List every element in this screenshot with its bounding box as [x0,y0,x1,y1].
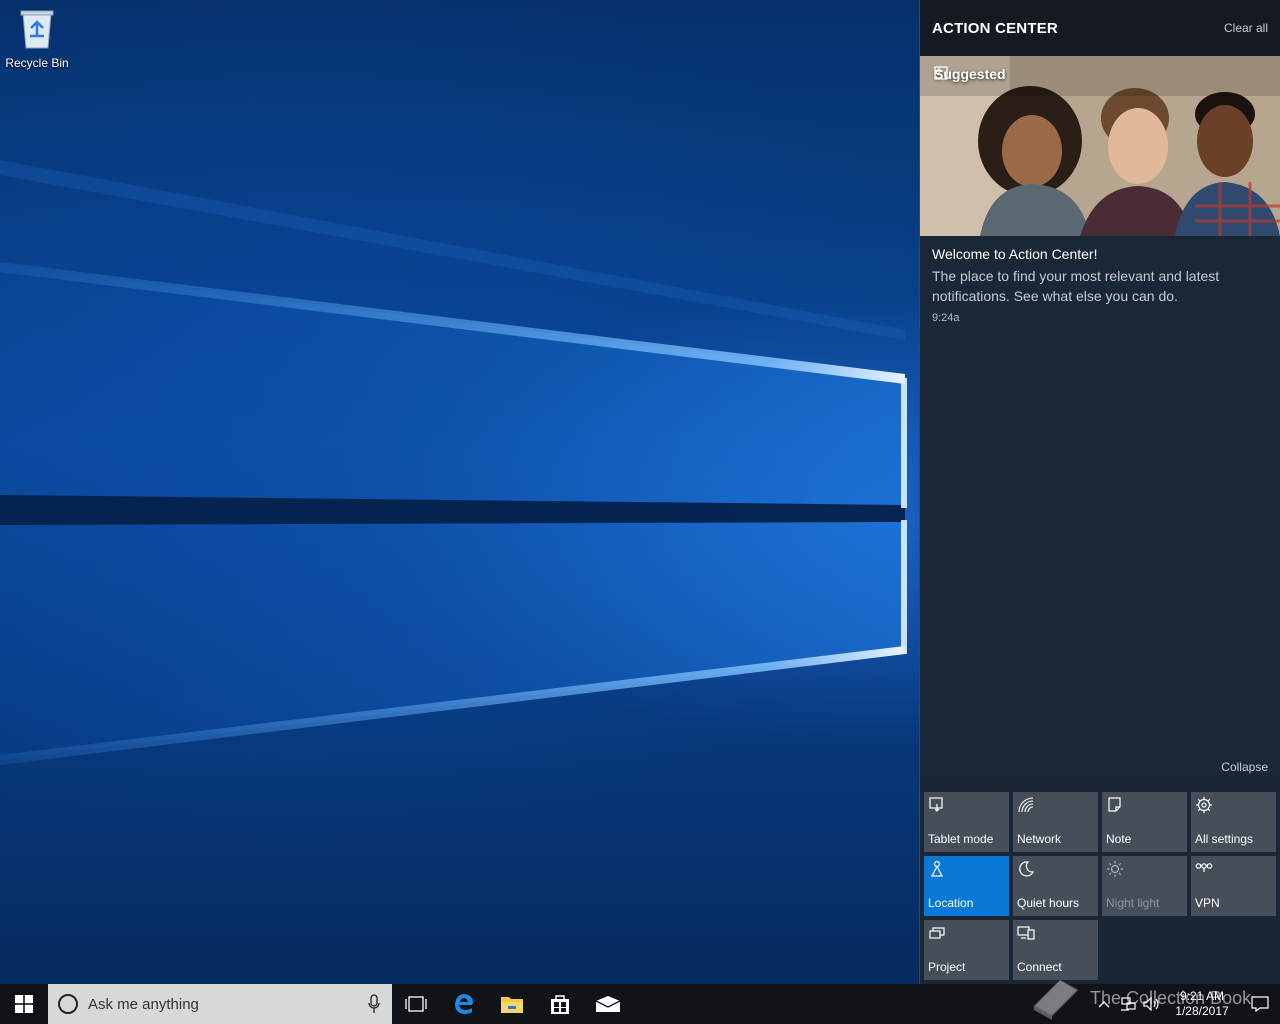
mail-button[interactable] [584,984,632,1024]
task-view-icon [405,996,427,1012]
cortana-icon [58,994,78,1014]
action-center-button[interactable] [1240,984,1280,1024]
gear-icon [1196,797,1212,813]
desktop-icon-recycle-bin[interactable]: Recycle Bin [4,6,70,76]
notification-title: Welcome to Action Center! [932,246,1098,262]
quick-action-night-light[interactable]: Night light [1102,856,1187,916]
search-input[interactable] [88,995,348,1013]
quick-action-vpn[interactable]: VPN [1191,856,1276,916]
quick-action-location[interactable]: Location [924,856,1009,916]
quick-action-network[interactable]: Network [1013,792,1098,852]
notification-card[interactable]: Suggested Welcome to Action Center! The … [920,56,1280,324]
taskbar: 9:21 AM 1/28/2017 [0,984,1280,1024]
notification-body: Welcome to Action Center! The place to f… [920,236,1280,324]
show-hidden-icons-button[interactable] [1092,984,1116,1024]
network-tray-button[interactable] [1116,984,1140,1024]
recycle-bin-icon [17,6,57,50]
people-photo [920,56,1280,236]
quick-action-label: Connect [1017,960,1062,974]
sun-icon [1107,861,1123,877]
quick-action-label: Note [1106,832,1132,846]
desktop-icon-label: Recycle Bin [5,56,69,70]
quick-action-label: Night light [1106,896,1160,910]
notification-hero-image: Suggested [920,56,1280,236]
tips-app-icon [934,66,948,80]
file-explorer-icon [501,997,523,1013]
notification-time: 9:24a [932,312,960,324]
volume-button[interactable] [1140,984,1164,1024]
start-button[interactable] [0,984,48,1024]
quick-action-note[interactable]: Note [1102,792,1187,852]
tablet-mode-icon [929,797,943,812]
quick-action-label: Project [928,960,966,974]
notification-text: The place to find your most relevant and… [932,268,1220,304]
quick-action-connect[interactable]: Connect [1013,920,1098,980]
quick-action-label: Quiet hours [1017,896,1080,910]
note-icon [1108,797,1121,812]
chevron-up-icon [1098,1001,1110,1008]
search-box[interactable] [48,984,392,1024]
action-center-panel: ACTION CENTER Clear all Suggested Welcom… [919,0,1280,984]
task-view-button[interactable] [392,984,440,1024]
action-center-header: ACTION CENTER Clear all [920,0,1280,56]
quick-action-label: Tablet mode [928,832,994,846]
microphone-icon[interactable] [368,994,380,1014]
speaker-icon [1143,997,1159,1011]
clock-time: 9:21 AM [1179,989,1225,1003]
vpn-icon [1195,863,1213,872]
project-icon [929,927,945,939]
quick-action-quiet-hours[interactable]: Quiet hours [1013,856,1098,916]
collapse-button[interactable]: Collapse [1221,760,1268,774]
system-tray: 9:21 AM 1/28/2017 [1092,984,1280,1024]
quick-action-tablet-mode[interactable]: Tablet mode [924,792,1009,852]
quick-action-label: VPN [1195,896,1220,910]
quick-action-all-settings[interactable]: All settings [1191,792,1276,852]
location-icon [931,860,943,877]
quick-action-label: Location [928,896,974,910]
quick-action-project[interactable]: Project [924,920,1009,980]
notification-icon [1251,996,1269,1012]
edge-icon [455,994,473,1014]
store-button[interactable] [536,984,584,1024]
moon-icon [1019,861,1035,877]
windows-logo-icon [15,995,33,1013]
file-explorer-button[interactable] [488,984,536,1024]
ethernet-icon [1121,997,1136,1011]
action-center-title: ACTION CENTER [932,19,1058,37]
store-icon [551,995,569,1014]
mail-icon [595,996,621,1012]
quick-action-label: Network [1017,832,1062,846]
edge-button[interactable] [440,984,488,1024]
quick-actions-grid: Tablet mode Network Note All settings Lo… [924,792,1276,980]
clock-date: 1/28/2017 [1175,1004,1229,1018]
connect-icon [1017,926,1035,940]
clear-all-button[interactable]: Clear all [1224,21,1268,35]
notification-category: Suggested [934,66,1006,82]
network-icon [1018,797,1034,813]
quick-action-label: All settings [1195,832,1254,846]
taskbar-clock[interactable]: 9:21 AM 1/28/2017 [1164,984,1240,1024]
